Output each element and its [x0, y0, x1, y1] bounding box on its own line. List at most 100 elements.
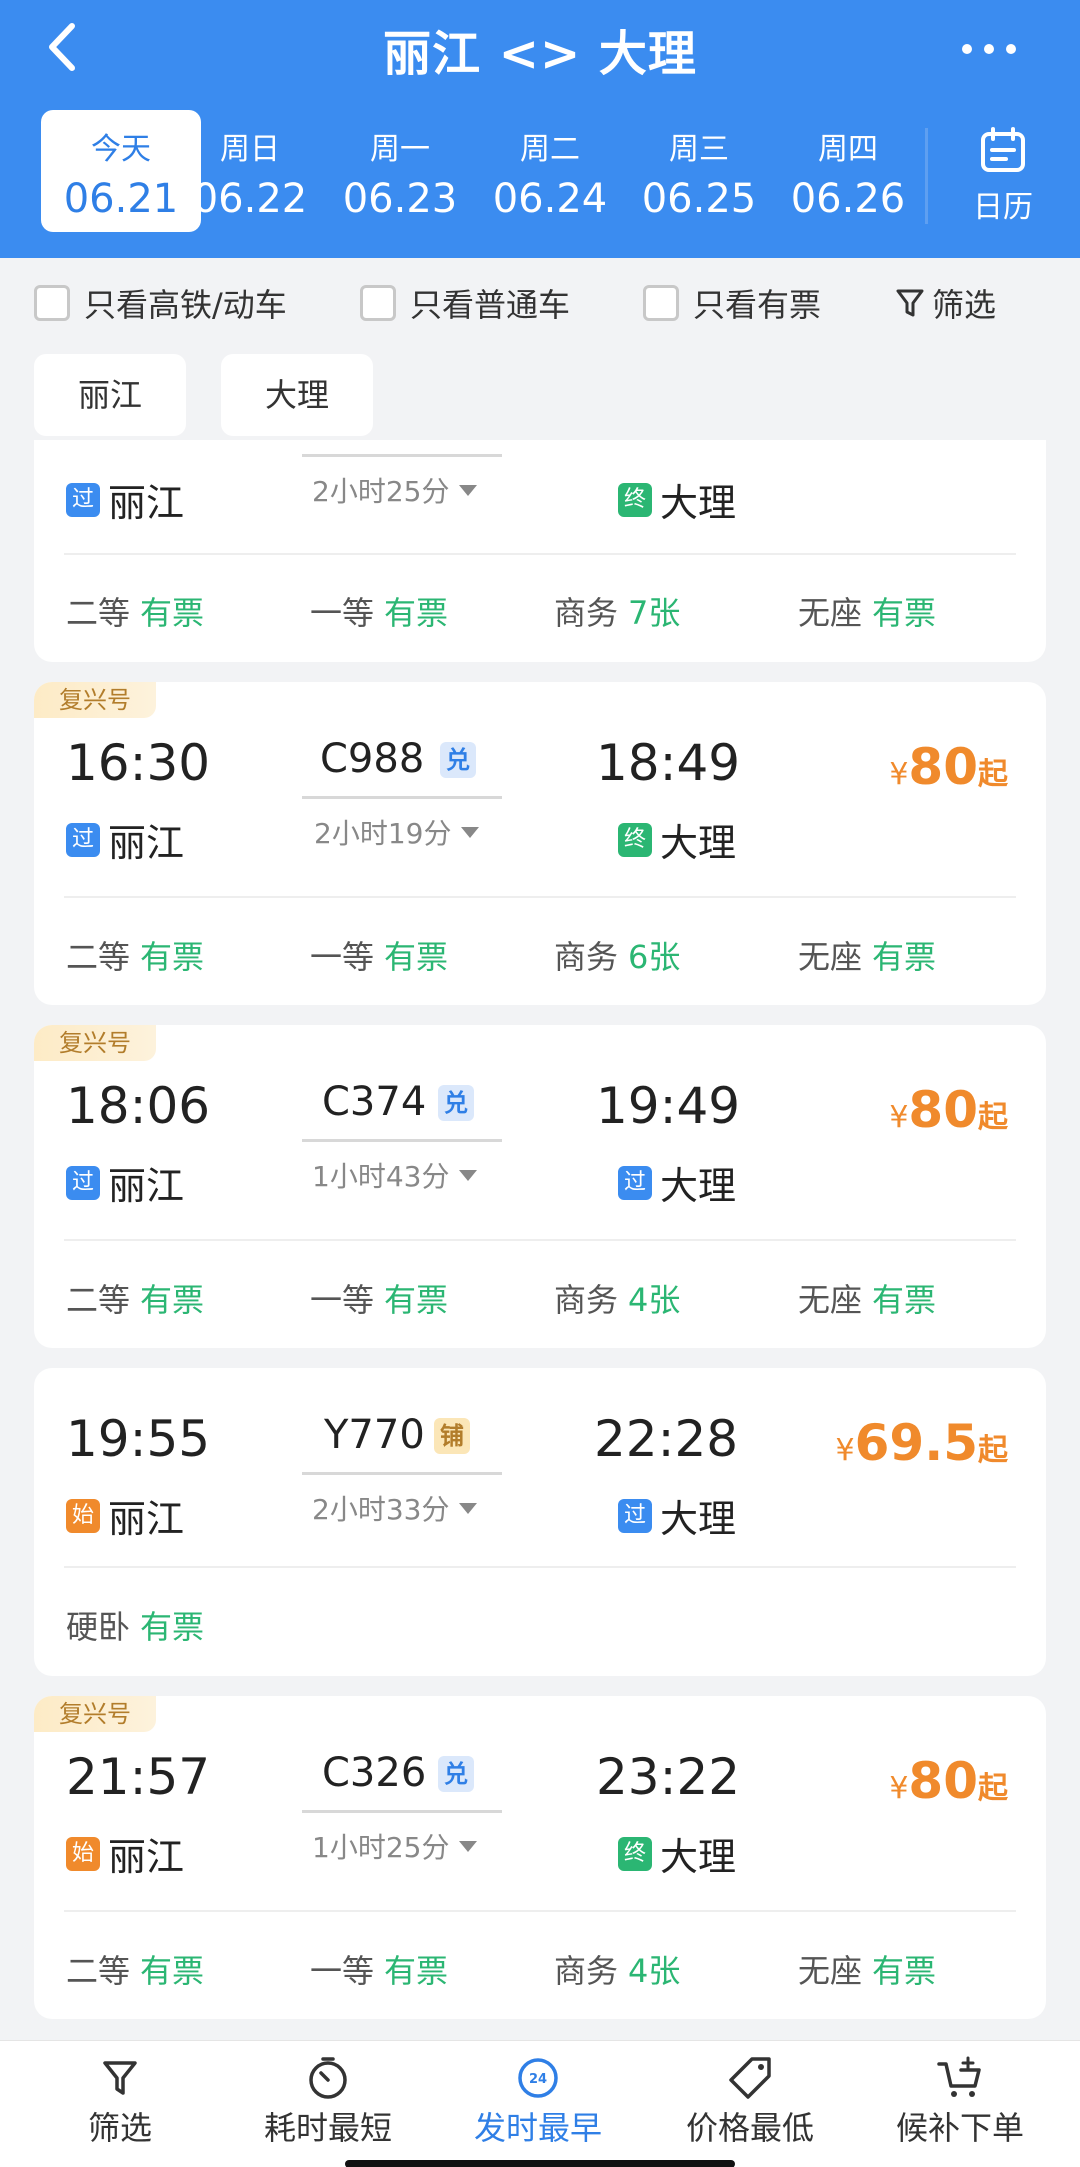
seat-availability: 商务 7张 [554, 588, 680, 634]
stopwatch-icon [309, 2057, 347, 2099]
regular-only-checkbox[interactable]: 只看普通车 [360, 280, 570, 326]
checkbox-label: 只看普通车 [410, 286, 571, 324]
seat-class: 无座 [798, 1281, 863, 1319]
route-title: 丽江 <> 大理 [383, 26, 697, 82]
filter-button[interactable]: 筛选 [896, 280, 996, 326]
calendar-label: 日历 [973, 190, 1033, 225]
train-card[interactable]: 2小时25分 过 丽江 终 大理 二等 有票 一等 有票 商务 7张 无座 有票 [34, 440, 1046, 662]
station-type-badge: 始 [66, 1498, 100, 1533]
price: ¥80 起 [889, 738, 1008, 796]
arrive-time: 19:49 [596, 1077, 741, 1135]
train-number: C988 [320, 736, 425, 782]
from-station: 过 丽江 [66, 812, 184, 867]
nav-shortest-duration[interactable]: 耗时最短 [258, 2053, 398, 2149]
station-name: 丽江 [108, 1835, 185, 1879]
duration-toggle[interactable]: 1小时25分 [312, 1826, 478, 1866]
seat-class: 商务 [554, 938, 619, 976]
date-value: 06.25 [641, 176, 757, 222]
train-type-tag: 复兴号 [34, 682, 156, 718]
duration-line [302, 454, 502, 457]
date-strip: 今天 06.21 周日 06.22 周一 06.23 周二 06.24 周三 0… [0, 108, 1080, 238]
home-indicator [345, 2160, 735, 2167]
seat-status: 4张 [628, 1281, 681, 1319]
caret-down-icon [459, 484, 478, 496]
checkbox-label: 只看高铁/动车 [84, 286, 287, 324]
nav-lowest-price[interactable]: 价格最低 [680, 2053, 820, 2149]
train-type-tag: 复兴号 [34, 1696, 156, 1732]
duration-text: 2小时25分 [312, 475, 450, 508]
clock-24-text: 24 [529, 2072, 547, 2087]
duration-toggle[interactable]: 1小时43分 [312, 1155, 478, 1195]
seat-status: 有票 [384, 1281, 449, 1319]
currency-symbol: ¥ [835, 1433, 855, 1468]
seat-status: 有票 [140, 594, 205, 632]
top-bar: 丽江 <> 大理 [0, 0, 1080, 95]
station-chip-from[interactable]: 丽江 [34, 354, 187, 436]
duration-text: 2小时19分 [314, 817, 452, 850]
seat-availability: 商务 4张 [554, 1275, 680, 1321]
high-speed-only-checkbox[interactable]: 只看高铁/动车 [34, 280, 287, 326]
more-options-button[interactable] [954, 22, 1024, 72]
duration-line [302, 1472, 502, 1475]
nav-filter[interactable]: 筛选 [60, 2053, 180, 2149]
price-value: 69.5 [854, 1414, 978, 1472]
station-name: 丽江 [108, 821, 185, 865]
price-suffix: 起 [978, 1100, 1008, 1135]
seat-status: 有票 [384, 594, 449, 632]
station-chip-row: 丽江 大理 [0, 350, 1080, 440]
station-name: 大理 [660, 481, 737, 525]
seat-availability: 一等 有票 [310, 1946, 448, 1992]
date-tab[interactable]: 周一 06.23 [320, 110, 480, 232]
train-card[interactable]: 复兴号 16:30 C988 兑 2小时19分 18:49 ¥80 起 过 丽江 … [34, 682, 1046, 1005]
checkbox-box [360, 285, 396, 321]
calendar-button[interactable]: 日历 [948, 118, 1058, 228]
train-card[interactable]: 19:55 Y770 铺 2小时33分 22:28 ¥69.5 起 始 丽江 过 … [34, 1368, 1046, 1676]
train-card[interactable]: 复兴号 21:57 C326 兑 1小时25分 23:22 ¥80 起 始 丽江 … [34, 1696, 1046, 2019]
date-weekday: 周二 [520, 132, 580, 167]
seat-status: 有票 [384, 938, 449, 976]
sleeper-badge: 铺 [434, 1418, 470, 1454]
seat-status: 有票 [140, 1281, 205, 1319]
exchange-badge: 兑 [440, 742, 476, 778]
duration-toggle[interactable]: 2小时33分 [312, 1488, 478, 1528]
train-card[interactable]: 复兴号 18:06 C374 兑 1小时43分 19:49 ¥80 起 过 丽江 … [34, 1025, 1046, 1348]
seat-status: 6张 [628, 938, 681, 976]
nav-waitlist-order[interactable]: 候补下单 [890, 2053, 1030, 2149]
duration-toggle[interactable]: 2小时19分 [314, 812, 480, 852]
date-value: 06.26 [790, 176, 906, 222]
duration-toggle[interactable]: 2小时25分 [312, 470, 478, 510]
quick-filter-row: 只看高铁/动车 只看普通车 只看有票 筛选 [0, 258, 1080, 344]
seat-status: 有票 [140, 938, 205, 976]
seat-availability: 一等 有票 [310, 1275, 448, 1321]
seat-class: 无座 [798, 938, 863, 976]
date-tab[interactable]: 周四 06.26 [768, 110, 928, 232]
depart-time: 16:30 [66, 734, 211, 792]
seat-availability: 二等 有票 [66, 1275, 204, 1321]
seat-availability: 二等 有票 [66, 588, 204, 634]
divider [64, 1239, 1016, 1241]
seat-class: 二等 [66, 594, 131, 632]
date-weekday: 周三 [669, 132, 729, 167]
seat-class: 商务 [554, 594, 619, 632]
date-tab[interactable]: 周二 06.24 [470, 110, 630, 232]
seat-availability: 一等 有票 [310, 932, 448, 978]
to-station: 过 大理 [618, 1155, 736, 1210]
train-number: C326 [322, 1750, 427, 1796]
date-tab[interactable]: 周日 06.22 [170, 110, 330, 232]
checkbox-box [34, 285, 70, 321]
more-dot-icon [1006, 44, 1016, 54]
arrive-time: 18:49 [596, 734, 741, 792]
seat-status: 有票 [872, 594, 937, 632]
duration-line [302, 1139, 502, 1142]
date-tab[interactable]: 周三 06.25 [619, 110, 779, 232]
filter-icon [896, 289, 924, 317]
station-name: 大理 [660, 1835, 737, 1879]
available-only-checkbox[interactable]: 只看有票 [643, 280, 821, 326]
station-chip-to[interactable]: 大理 [221, 354, 374, 436]
filter-icon [103, 2061, 137, 2095]
station-type-badge: 始 [66, 1836, 100, 1871]
price: ¥80 起 [889, 1752, 1008, 1810]
divider [64, 896, 1016, 898]
nav-earliest-departure[interactable]: 24 发时最早 [468, 2053, 608, 2149]
station-type-badge: 过 [66, 1165, 100, 1200]
